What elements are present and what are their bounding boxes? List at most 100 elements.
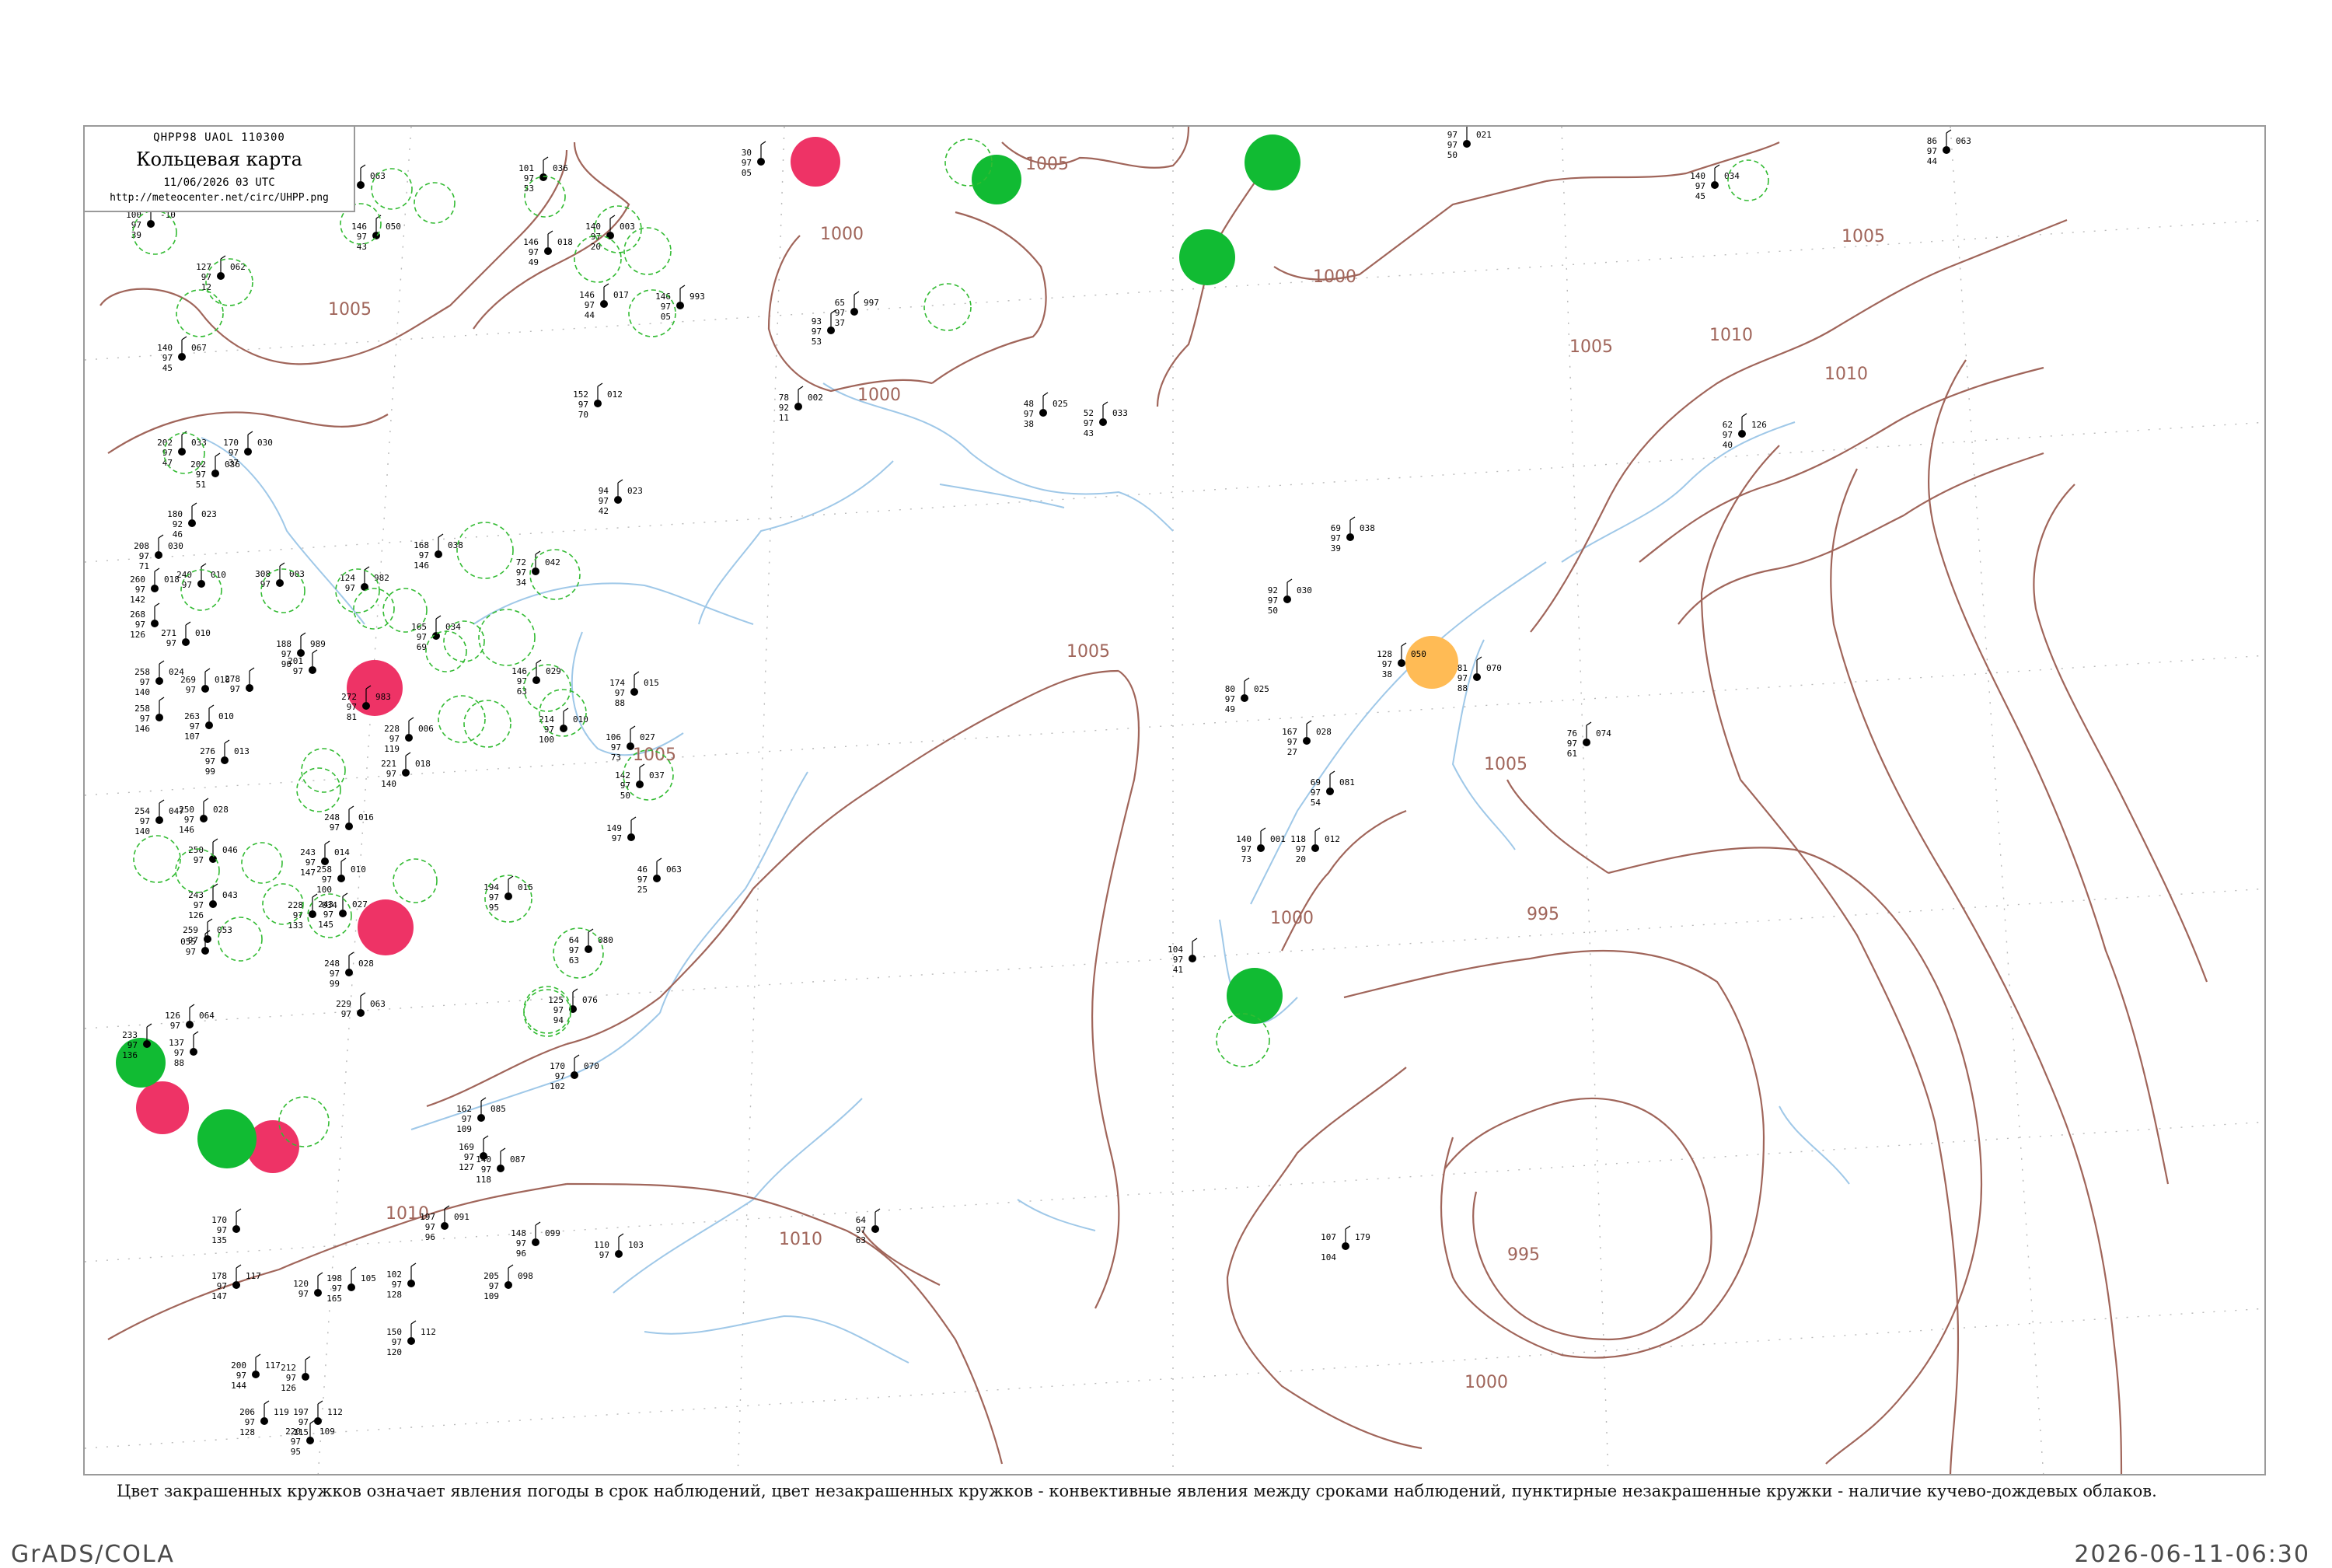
grid-line [1561,127,1609,1474]
station-dot [497,1165,504,1172]
map-frame[interactable]: 1005 1000 1000 1000 1005 1005 1005 1010 995 995 10… [83,125,2266,1475]
station-plot[interactable]: 1049741 [1168,938,1198,975]
station-plot[interactable]: 26397107 010 [184,704,234,742]
station-plot[interactable]: 24097010 [176,563,226,590]
station-plot[interactable]: 869744 063 [1927,129,1971,166]
station-plot[interactable]: 809749 025 [1225,677,1269,714]
station-plot[interactable]: 25897140024 [134,660,184,697]
station-plot[interactable]: 789211 002 [779,386,823,423]
station-plot[interactable]: 17097102 070 [550,1054,599,1091]
station-plot[interactable]: 17897147 117 [211,1264,261,1301]
station-plot[interactable]: 1469743050 [351,215,401,252]
station-plot[interactable]: 1469763029 [511,659,561,697]
station-plot[interactable]: 22197140 018 [381,752,431,789]
station-plot[interactable]: 25897146 [134,697,165,734]
station-plot[interactable]: 1469744 017 [579,283,629,320]
station-plot[interactable]: 939753 [812,309,836,347]
station-plot[interactable]: 16897146 038 [414,533,463,571]
station-plot[interactable]: 21297126 [281,1356,311,1393]
station-plot[interactable]: 1469705993 [655,285,705,322]
station-plot[interactable]: 1409745 067 [157,336,207,373]
station-plot[interactable]: 2769799 013 [200,739,250,777]
station-plot[interactable]: 26897126 [130,602,160,640]
station-plot[interactable]: 19897165 105 [326,1266,376,1304]
station-plot[interactable]: 659737 997 [835,291,879,328]
station-plot[interactable]: 1189720 012 [1290,827,1340,864]
station-value: 94 [553,1015,564,1025]
station-plot[interactable]: 649763 [856,1208,881,1245]
station-plot[interactable]: 26997018 [180,668,230,695]
station-value: 128 [1377,649,1392,659]
station-plot[interactable]: 699739 038 [1331,516,1375,554]
station-plot[interactable]: 819788 070 [1458,656,1502,693]
station-plot[interactable]: 1809246 023 [167,502,217,540]
station-plot[interactable]: 1429750 037 [615,763,665,801]
source-url[interactable]: http://meteocenter.net/circ/UHPP.png [85,192,354,204]
station-plot[interactable]: 1529770 012 [573,382,623,420]
station-plot[interactable]: 12097 [293,1272,323,1299]
station-dot [155,714,163,721]
station-plot[interactable]: 25097146 028 [179,798,229,835]
station-plot[interactable]: 1709737 030 [223,431,273,468]
station-plot[interactable]: 1659769034 [411,615,461,652]
station-plot[interactable]: 309705 [742,141,766,178]
station-plot[interactable]: 929750 030 [1268,578,1312,616]
station-plot[interactable]: 25897100 010 [316,857,366,895]
station-plot[interactable]: 12697 064 [165,1004,215,1031]
station-value: 140 [476,1154,491,1165]
station-value: 43 [1084,428,1094,438]
station-plot[interactable]: 1469749 018 [523,230,573,267]
station-plot[interactable]: 1259794 076 [548,988,598,1025]
station-plot[interactable]: 17097135 [211,1208,242,1245]
station-plot[interactable]: 24397126043 [188,883,238,920]
station-plot[interactable]: 1749788 015 [609,671,659,708]
station-plot[interactable]: 1979796 091 [420,1205,470,1242]
station-value: 150 [386,1327,402,1337]
station-plot[interactable]: 1489796 099 [511,1221,560,1259]
station-plot[interactable]: 27197 010 [161,621,211,648]
station-plot[interactable]: 20597109 098 [484,1264,533,1301]
station-plot[interactable]: 25497140047 [134,799,184,836]
wind-barb [348,805,354,810]
station-plot[interactable]: 1949795015 [484,875,533,913]
map-canvas[interactable]: 1005100010001000100510051005101099599510… [85,127,2266,1475]
station-plot[interactable]: 25097046 [188,838,238,865]
station-plot[interactable]: 2089771 030 [134,534,183,571]
station-plot[interactable]: 1409745 034 [1690,164,1740,201]
station-plot[interactable]: 529743 033 [1084,401,1128,438]
wind-barb [574,1054,580,1059]
station-plot[interactable]: 769761 074 [1567,721,1611,759]
station-plot[interactable]: 1379788 [169,1031,199,1068]
station-plot[interactable]: 20097144 117 [231,1353,281,1391]
station-value: 72 [516,557,526,567]
station-plot[interactable]: 11097 103 [594,1233,644,1260]
station-plot[interactable]: 26097142018 [130,567,180,605]
station-plot[interactable]: 729734 042 [516,550,560,588]
station-plot[interactable]: 107 104 179 [1321,1225,1370,1262]
station-plot[interactable]: 22997 063 [336,992,386,1019]
station-plot[interactable]: 14997 [606,816,637,843]
station-plot[interactable]: 16297109 085 [456,1097,506,1134]
station-plot[interactable]: 14097118 087 [476,1147,525,1185]
station-plot[interactable]: 489738 025 [1024,392,1068,429]
station-plot[interactable]: 949742 023 [599,479,643,516]
station-plot[interactable]: 2209795 109 [285,1420,335,1457]
station-plot[interactable]: 1679727 028 [1282,720,1332,757]
station-plot[interactable]: 2489799 028 [324,952,374,989]
station-plot[interactable]: 1409720003 [585,215,635,252]
station-plot[interactable]: 469725 063 [637,857,682,895]
station-plot[interactable]: 24897 016 [324,805,374,833]
station-plot[interactable]: 699754 081 [1311,770,1355,808]
station-plot[interactable]: 10297128 [386,1262,417,1300]
station-plot[interactable]: 20697128 119 [239,1400,289,1437]
station-value: 47 [162,458,173,468]
station-plot[interactable]: 629740 126 [1723,413,1767,450]
station-plot[interactable]: 1409773 001 [1236,827,1286,864]
station-plot[interactable]: 27897 [225,667,255,694]
station-plot[interactable]: 649763080 [569,928,613,966]
station-plot[interactable]: 979750021 [1447,127,1492,160]
station-value: 102 [386,1269,402,1280]
station-plot[interactable]: 22897119 006 [384,717,434,754]
station-plot[interactable]: 15097120 112 [386,1320,436,1357]
station-value: 97 [162,353,173,363]
